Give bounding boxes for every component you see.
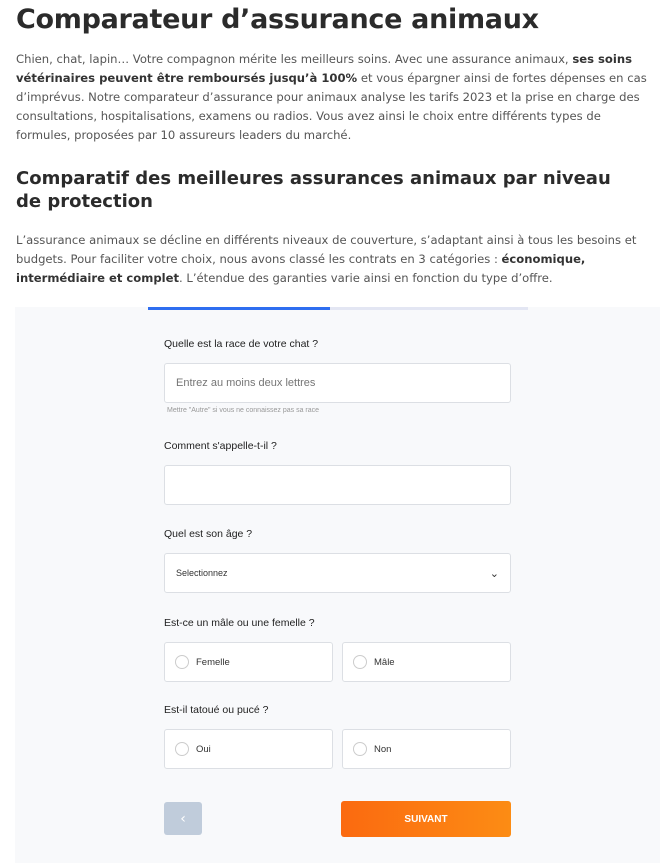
radio-circle-icon: [353, 742, 367, 756]
race-label: Quelle est la race de votre chat ?: [164, 338, 319, 350]
sex-label: Est-ce un mâle ou une femelle ?: [164, 617, 315, 629]
radio-male[interactable]: Mâle: [342, 642, 511, 682]
race-input[interactable]: [164, 363, 511, 403]
radio-label: Oui: [196, 743, 211, 755]
age-selected: Selectionnez: [176, 568, 228, 578]
radio-label: Non: [374, 743, 392, 755]
race-hint: Mettre "Autre" si vous ne connaissez pas…: [167, 407, 320, 414]
section-paragraph: L’assurance animaux se décline en différ…: [16, 233, 637, 285]
intro-paragraph: Chien, chat, lapin… Votre compagnon méri…: [16, 52, 647, 142]
chevron-left-icon: ‹: [180, 810, 186, 827]
back-button[interactable]: ‹: [164, 802, 202, 835]
name-input[interactable]: [164, 465, 511, 505]
name-label: Comment s'appelle-t-il ?: [164, 440, 277, 452]
section-title: Comparatif des meilleures assurances ani…: [16, 168, 611, 212]
page-title: Comparateur d’assurance animaux: [16, 4, 539, 35]
progress-bar: [148, 307, 528, 310]
radio-oui[interactable]: Oui: [164, 729, 333, 769]
radio-circle-icon: [175, 655, 189, 669]
radio-label: Femelle: [196, 656, 230, 668]
radio-circle-icon: [353, 655, 367, 669]
chevron-down-icon: ⌄: [489, 567, 499, 580]
radio-circle-icon: [175, 742, 189, 756]
radio-label: Mâle: [374, 656, 395, 668]
radio-non[interactable]: Non: [342, 729, 511, 769]
age-select[interactable]: Selectionnez ⌄: [164, 553, 511, 593]
chip-label: Est-il tatoué ou pucé ?: [164, 704, 269, 716]
age-label: Quel est son âge ?: [164, 528, 253, 540]
next-button[interactable]: SUIVANT: [341, 801, 511, 837]
radio-femelle[interactable]: Femelle: [164, 642, 333, 682]
progress-fill: [148, 307, 331, 310]
